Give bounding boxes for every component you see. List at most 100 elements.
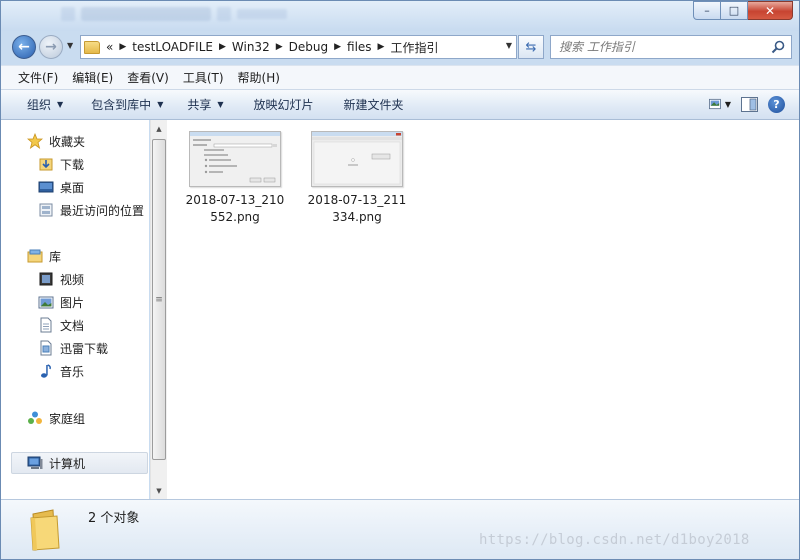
pictures-icon: [38, 296, 54, 309]
details-pane: 2 个对象 https://blog.csdn.net/d1boy2018: [1, 499, 799, 559]
chevron-down-icon: ▼: [217, 100, 224, 109]
address-row: ← → ▼ « ▶ testLOADFILE ▶ Win32 ▶ Debug ▶…: [1, 31, 799, 63]
breadcrumb-files[interactable]: files: [347, 40, 372, 54]
chevron-down-icon: ▼: [157, 100, 164, 109]
nav-pictures[interactable]: 图片: [38, 291, 84, 313]
scroll-thumb[interactable]: ≡: [152, 139, 166, 460]
nav-desktop[interactable]: 桌面: [38, 176, 84, 198]
nav-videos-label: 视频: [60, 272, 85, 287]
image-thumbnail: [311, 131, 403, 187]
minimize-icon: –: [704, 4, 710, 17]
menu-tools[interactable]: 工具(T): [176, 66, 231, 90]
folder-icon: [30, 509, 60, 551]
homegroup-icon: [28, 411, 42, 424]
change-view-button[interactable]: ▼: [709, 94, 731, 114]
nav-thunder-download-label: 迅雷下载: [60, 341, 109, 356]
downloads-icon: [39, 158, 53, 171]
nav-libraries-label: 库: [49, 249, 62, 264]
nav-homegroup-label: 家庭组: [49, 411, 86, 426]
nav-recent-places[interactable]: 最近访问的位置: [38, 199, 144, 221]
file-item[interactable]: 2018-07-13_211 334.png: [301, 131, 413, 226]
caption-buttons: – □ ✕: [693, 1, 793, 20]
close-button[interactable]: ✕: [748, 1, 793, 20]
breadcrumb-current-folder[interactable]: 工作指引: [390, 39, 438, 56]
file-item[interactable]: 2018-07-13_210 552.png: [179, 131, 291, 226]
organize-label: 组织: [27, 98, 52, 112]
grip-icon: ≡: [155, 294, 163, 305]
help-icon[interactable]: ?: [768, 95, 785, 113]
address-history-dropdown-icon[interactable]: ▼: [506, 41, 512, 50]
chevron-down-icon: ▼: [57, 100, 64, 109]
music-icon: [41, 364, 51, 378]
file-name: 2018-07-13_210 552.png: [179, 192, 291, 226]
scroll-up-icon[interactable]: ▲: [151, 120, 167, 137]
breadcrumb-separator-icon[interactable]: ▶: [378, 42, 385, 52]
preview-pane-icon[interactable]: [741, 96, 758, 112]
nav-homegroup[interactable]: 家庭组: [27, 407, 85, 429]
include-in-library-label: 包含到库中: [91, 98, 152, 112]
search-box[interactable]: [550, 35, 792, 59]
nav-thunder-download[interactable]: 迅雷下载: [38, 337, 108, 359]
breadcrumb-win32[interactable]: Win32: [232, 40, 270, 54]
file-name-line: 552.png: [210, 210, 260, 224]
folder-icon: [84, 40, 100, 54]
navigation-pane: 收藏夹 下载 桌面 最近访问的位置 库 视频 图片 文档 迅雷下载 音乐 家庭组…: [1, 120, 149, 499]
new-folder-button[interactable]: 新建文件夹: [334, 89, 414, 120]
nav-downloads[interactable]: 下载: [38, 153, 84, 175]
back-arrow-icon: ←: [18, 39, 30, 55]
blurred-title-overlay: [1, 1, 287, 27]
nav-favorites[interactable]: 收藏夹: [27, 130, 85, 152]
file-list[interactable]: 2018-07-13_210 552.png 2018-07-13_211 33…: [167, 120, 799, 499]
command-bar-right: ▼ ?: [709, 94, 785, 114]
breadcrumb-debug[interactable]: Debug: [289, 40, 328, 54]
organize-button[interactable]: 组织 ▼: [17, 89, 73, 120]
menu-file[interactable]: 文件(F): [11, 66, 65, 90]
breadcrumb-overflow[interactable]: «: [106, 40, 113, 54]
breadcrumb-separator-icon[interactable]: ▶: [276, 42, 283, 52]
breadcrumb-separator-icon[interactable]: ▶: [334, 42, 341, 52]
back-button[interactable]: ←: [12, 35, 36, 59]
breadcrumb-separator-icon[interactable]: ▶: [219, 42, 226, 52]
search-icon[interactable]: [771, 40, 785, 54]
navigation-scrollbar[interactable]: ▲ ≡ ▼: [150, 120, 167, 499]
nav-computer-label: 计算机: [49, 456, 86, 471]
share-button[interactable]: 共享 ▼: [177, 89, 233, 120]
nav-pictures-label: 图片: [60, 295, 85, 310]
refresh-button[interactable]: ⇆: [518, 35, 544, 59]
nav-music[interactable]: 音乐: [38, 360, 84, 382]
nav-libraries[interactable]: 库: [27, 245, 61, 267]
explorer-window: – □ ✕ ← → ▼ « ▶ testLOADFILE ▶ Win32 ▶ D…: [0, 0, 800, 560]
title-bar[interactable]: – □ ✕: [1, 1, 799, 31]
slideshow-button[interactable]: 放映幻灯片: [244, 89, 324, 120]
watermark-text: https://blog.csdn.net/d1boy2018: [479, 532, 750, 548]
file-name: 2018-07-13_211 334.png: [301, 192, 413, 226]
forward-button[interactable]: →: [39, 35, 63, 59]
maximize-button[interactable]: □: [721, 1, 748, 20]
view-mode-icon: [709, 98, 721, 110]
menu-view[interactable]: 查看(V): [120, 66, 176, 90]
address-bar[interactable]: « ▶ testLOADFILE ▶ Win32 ▶ Debug ▶ files…: [80, 35, 517, 59]
nav-documents[interactable]: 文档: [38, 314, 84, 336]
minimize-button[interactable]: –: [693, 1, 721, 20]
new-folder-label: 新建文件夹: [343, 98, 404, 112]
window-screenshot-thumbnail: [312, 132, 402, 186]
library-icon: [27, 249, 43, 263]
maximize-icon: □: [728, 4, 740, 17]
menu-edit[interactable]: 编辑(E): [65, 66, 120, 90]
chevron-down-icon: ▼: [67, 41, 74, 50]
nav-computer[interactable]: 计算机: [11, 452, 148, 474]
breadcrumb-separator-icon[interactable]: ▶: [119, 42, 126, 52]
documents-icon: [40, 317, 52, 333]
search-input[interactable]: [551, 36, 761, 58]
nav-videos[interactable]: 视频: [38, 268, 84, 290]
recent-pages-dropdown[interactable]: ▼: [67, 41, 77, 53]
file-name-line: 2018-07-13_211: [307, 193, 407, 207]
breadcrumb-testloadfile[interactable]: testLOADFILE: [132, 40, 213, 54]
scroll-down-icon[interactable]: ▼: [151, 482, 167, 499]
include-in-library-button[interactable]: 包含到库中 ▼: [81, 89, 173, 120]
menu-bar: 文件(F) 编辑(E) 查看(V) 工具(T) 帮助(H): [1, 65, 799, 89]
menu-help[interactable]: 帮助(H): [231, 66, 287, 90]
dialog-screenshot-thumbnail: [190, 132, 280, 186]
share-label: 共享: [187, 98, 212, 112]
item-count: 2 个对象: [88, 511, 140, 526]
